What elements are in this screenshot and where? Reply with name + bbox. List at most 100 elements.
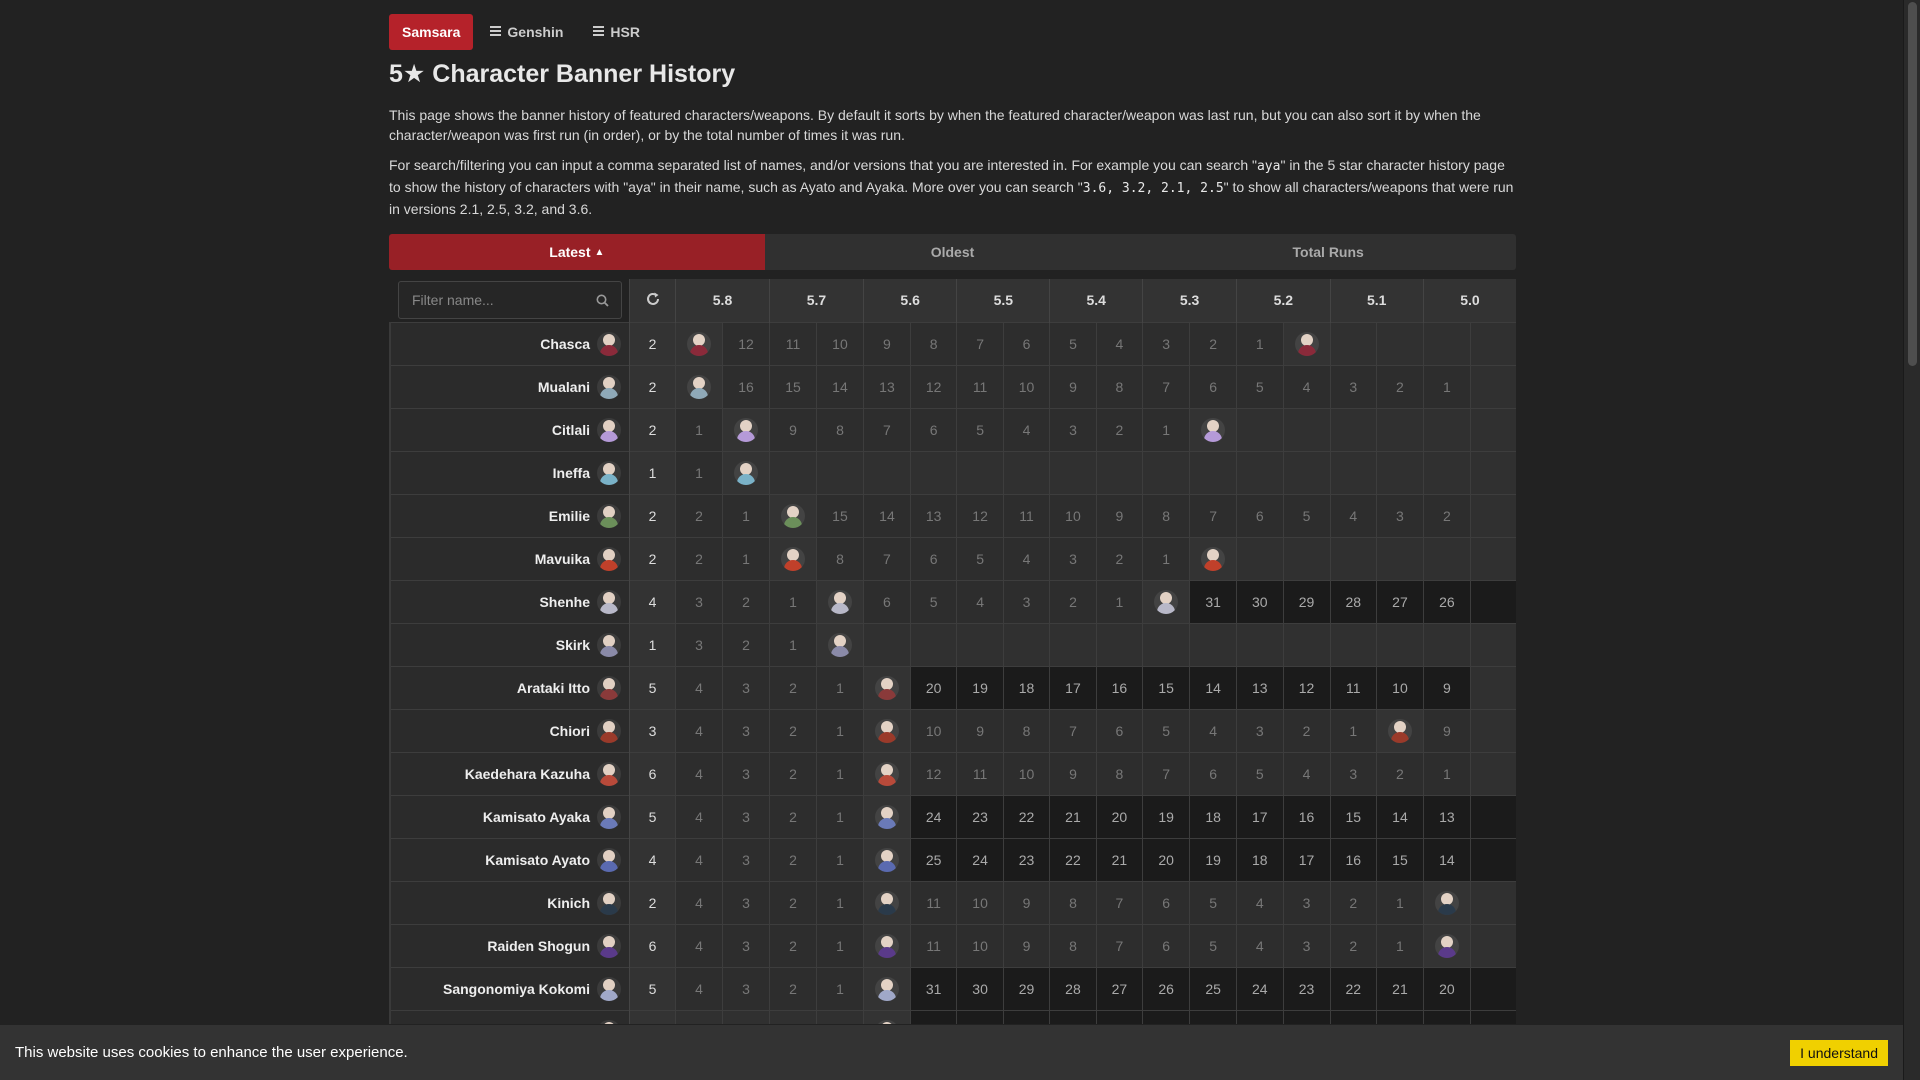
- patches-since-run-cell: 14: [1375, 794, 1424, 838]
- nav-item-genshin[interactable]: Genshin: [477, 14, 576, 50]
- character-avatar-icon: [874, 675, 899, 700]
- search-icon[interactable]: [596, 294, 609, 307]
- table-row[interactable]: Kinich 2 4 3 2 1 11 10 9 8 7 6 5 4 3 2 1: [389, 880, 1516, 924]
- table-row[interactable]: Chiori 3 4 3 2 1 10 9 8 7 6 5 4 3 2 1 9: [389, 708, 1516, 752]
- character-name-cell[interactable]: Skirk: [389, 622, 630, 666]
- table-row[interactable]: Sangonomiya Kokomi 5 4 3 2 1 31 30 29 28 27 26 25 24 2…: [389, 966, 1516, 1010]
- table-row[interactable]: Mualani 2 16 15 14 13 12 11 10 9 8 7 6 5 4 3 2 1: [389, 364, 1516, 408]
- patches-since-run-cell: 22: [1049, 837, 1097, 881]
- patches-since-run-cell: [1236, 536, 1284, 580]
- banner-table-wrapper[interactable]: 5.85.75.65.55.45.35.25.15.0 Chasca212111…: [389, 279, 1516, 1024]
- patches-since-run-cell: 4: [1236, 880, 1284, 924]
- character-name-cell[interactable]: [389, 1009, 630, 1024]
- character-avatar-icon: [874, 890, 899, 915]
- patches-since-run-cell: 7: [1049, 708, 1097, 752]
- patches-since-run-cell: 3: [675, 622, 723, 666]
- character-name: Skirk: [555, 636, 591, 653]
- run-count: 1: [629, 622, 676, 666]
- character-name: Kinich: [547, 894, 591, 911]
- patches-since-run-cell: 1: [815, 880, 864, 924]
- character-name-cell[interactable]: Kamisato Ayato: [389, 837, 630, 881]
- patches-since-run-cell: [1002, 622, 1050, 666]
- character-avatar-icon: [1201, 417, 1226, 442]
- patches-since-run-cell: 1: [1422, 751, 1471, 795]
- character-name: Arataki Itto: [516, 679, 591, 696]
- nav-item-hsr[interactable]: HSR: [580, 14, 653, 50]
- table-row[interactable]: Mavuika 2 2 1 8 7 6 5 4 3 2 1: [389, 536, 1516, 580]
- filter-name-input[interactable]: [412, 292, 582, 309]
- patches-since-run-cell: 8: [1095, 751, 1143, 795]
- character-name-cell[interactable]: Kinich: [389, 880, 630, 924]
- character-name-cell[interactable]: Sangonomiya Kokomi: [389, 966, 630, 1010]
- table-row[interactable]: Chasca 2 12 11 10 9 8 7 6 5 4 3 2 1: [389, 321, 1516, 365]
- filter-box: [398, 281, 622, 320]
- character-name: Shenhe: [539, 593, 591, 610]
- patches-since-run-cell: [815, 1009, 864, 1024]
- patches-since-run-cell: [768, 450, 817, 494]
- patches-since-run-cell: 2: [768, 794, 817, 838]
- table-row[interactable]: Kamisato Ayaka 5 4 3 2 1 24 23 22 21 20 19 18 17 16 15 1…: [389, 794, 1516, 838]
- refresh-icon[interactable]: [645, 291, 661, 307]
- character-name-cell[interactable]: Chiori: [389, 708, 630, 752]
- table-row[interactable]: Kaedehara Kazuha 6 4 3 2 1 12 11 10 9 8 7 6 5 4 3 2 1: [389, 751, 1516, 795]
- character-name-cell[interactable]: Kaedehara Kazuha: [389, 751, 630, 795]
- patches-since-run-cell: [1049, 622, 1097, 666]
- patches-since-run-cell: 4: [675, 751, 723, 795]
- patches-since-run-cell: 29: [1002, 966, 1050, 1010]
- character-avatar-icon: [597, 589, 622, 614]
- patches-since-run-cell: 8: [909, 321, 957, 365]
- character-name-cell[interactable]: Kamisato Ayaka: [389, 794, 630, 838]
- patches-since-run-cell: 4: [675, 966, 723, 1010]
- banner-run-cell: [862, 665, 911, 709]
- character-avatar-icon: [874, 804, 899, 829]
- patches-since-run-cell: [1189, 622, 1237, 666]
- sort-tab-total-runs[interactable]: Total Runs: [1140, 234, 1516, 270]
- character-name-cell[interactable]: Arataki Itto: [389, 665, 630, 709]
- patches-since-run-cell: 19: [1189, 837, 1237, 881]
- page-scrollbar[interactable]: [1903, 0, 1920, 1080]
- table-row[interactable]: Skirk 1 3 2 1: [389, 622, 1516, 666]
- refresh-header-cell[interactable]: [629, 279, 676, 322]
- table-row[interactable]: Arataki Itto 5 4 3 2 1 20 19 18 17 16 15 14 13 12 11 10 9: [389, 665, 1516, 709]
- patches-since-run-cell: 11: [1329, 665, 1377, 709]
- patches-since-run-cell: 20: [1142, 837, 1190, 881]
- sort-tab-oldest[interactable]: Oldest: [764, 234, 1141, 270]
- empty-cell: [1469, 966, 1516, 1010]
- character-name-cell[interactable]: Chasca: [389, 321, 630, 365]
- character-avatar-icon: [597, 374, 622, 399]
- patches-since-run-cell: 2: [1282, 708, 1331, 752]
- character-avatar-icon: [1154, 589, 1179, 614]
- patches-since-run-cell: 2: [675, 493, 723, 537]
- character-avatar-icon: [597, 890, 622, 915]
- table-row[interactable]: Raiden Shogun 6 4 3 2 1 11 10 9 8 7 6 5 4 3 2 1: [389, 923, 1516, 967]
- character-name-cell[interactable]: Ineffa: [389, 450, 630, 494]
- cookie-accept-button[interactable]: I understand: [1790, 1039, 1888, 1066]
- patches-since-run-cell: 2: [768, 665, 817, 709]
- table-row[interactable]: Emilie 2 2 1 15 14 13 12 11 10 9 8 7 6 5 4 3 2: [389, 493, 1516, 537]
- patches-since-run-cell: 17: [1282, 837, 1331, 881]
- example-code: aya: [1256, 159, 1281, 174]
- nav-brand-samsara[interactable]: Samsara: [389, 13, 474, 50]
- scrollbar-thumb[interactable]: [1908, 2, 1917, 366]
- nav-item-label: HSR: [610, 23, 640, 40]
- character-name-cell[interactable]: Citlali: [389, 407, 630, 451]
- character-name-cell[interactable]: Mualani: [389, 364, 630, 408]
- character-name-cell[interactable]: Mavuika: [389, 536, 630, 580]
- nav-item-label: Genshin: [507, 23, 564, 40]
- sort-tab-latest[interactable]: Latest ▲︎: [389, 234, 765, 270]
- run-count: 4: [629, 579, 676, 623]
- banner-run-cell: [862, 880, 911, 924]
- character-name-cell[interactable]: Emilie: [389, 493, 630, 537]
- patches-since-run-cell: 3: [722, 794, 770, 838]
- table-row[interactable]: Ineffa 1 1: [389, 450, 1516, 494]
- table-row[interactable]: [389, 1009, 1516, 1024]
- table-row[interactable]: Citlali 2 1 9 8 7 6 5 4 3 2 1: [389, 407, 1516, 451]
- patches-since-run-cell: 3: [722, 966, 770, 1010]
- character-name-cell[interactable]: Raiden Shogun: [389, 923, 630, 967]
- patches-since-run-cell: 24: [1236, 966, 1284, 1010]
- table-row[interactable]: Kamisato Ayato 4 4 3 2 1 25 24 23 22 21 20 19 18 17 16 1…: [389, 837, 1516, 881]
- table-row[interactable]: Shenhe 4 3 2 1 6 5 4 3 2 1 31 30 29 28 27 26: [389, 579, 1516, 623]
- character-name-cell[interactable]: Shenhe: [389, 579, 630, 623]
- banner-run-cell: [862, 923, 911, 967]
- patches-since-run-cell: 1: [1142, 536, 1190, 580]
